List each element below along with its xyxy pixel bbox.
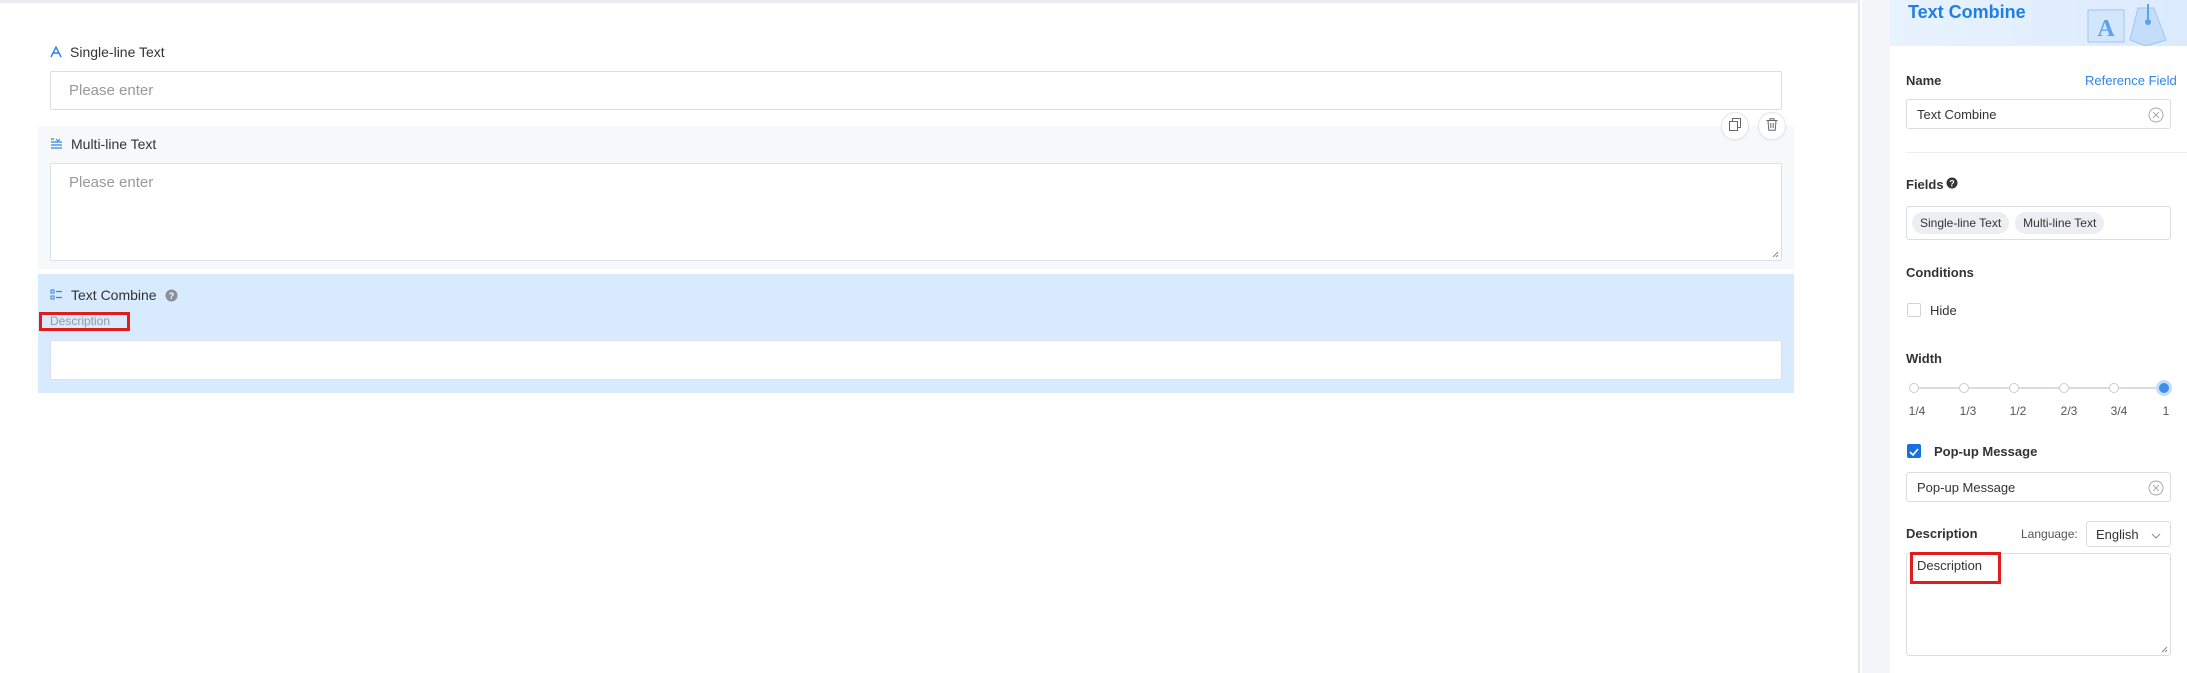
chevron-down-icon [2151, 527, 2161, 542]
combine-icon [50, 289, 63, 301]
field-tag[interactable]: Multi-line Text [2015, 212, 2105, 234]
multi-line-input[interactable]: Please enter [50, 163, 1782, 261]
width-tick: 1/4 [1908, 404, 1926, 418]
popup-message-checkbox[interactable] [1907, 444, 1921, 458]
copy-field-button[interactable] [1721, 112, 1749, 140]
resize-grip-icon[interactable] [1771, 250, 1779, 258]
section-divider [1906, 152, 2187, 153]
popup-message-input[interactable]: Pop-up Message [1906, 472, 2171, 502]
reference-field-link[interactable]: Reference Field [2085, 73, 2177, 88]
text-combine-label-text: Text Combine [71, 287, 157, 303]
text-combine-field-label: Text Combine ? [50, 287, 178, 303]
text-combine-input[interactable] [50, 340, 1782, 380]
description-label: Description [1906, 526, 1978, 541]
delete-field-button[interactable] [1758, 112, 1786, 140]
single-line-field-label: Single-line Text [50, 44, 165, 60]
language-select[interactable]: English [2086, 521, 2171, 547]
properties-panel: Text Combine A Name Reference Field Text… [1890, 0, 2187, 673]
svg-text:?: ? [168, 291, 174, 301]
check-icon [1909, 443, 1919, 459]
width-tick: 1/3 [1959, 404, 1977, 418]
panel-divider[interactable] [1862, 0, 1890, 673]
multiline-icon [50, 138, 63, 150]
panel-header: Text Combine A [1890, 0, 2187, 49]
text-icon [50, 46, 62, 58]
single-line-label-text: Single-line Text [70, 44, 165, 60]
clear-icon[interactable] [2148, 480, 2164, 499]
popup-message-label: Pop-up Message [1934, 444, 2038, 459]
hide-checkbox[interactable] [1907, 303, 1921, 317]
trash-icon [1766, 118, 1778, 134]
popup-message-value: Pop-up Message [1917, 479, 2016, 495]
slider-handle[interactable] [2156, 380, 2172, 396]
slider-stop[interactable] [1959, 383, 1969, 393]
clear-icon[interactable] [2148, 107, 2164, 126]
single-line-input[interactable]: Please enter [50, 71, 1782, 110]
help-icon[interactable]: ? [165, 289, 178, 302]
panel-title: Text Combine [1908, 2, 2026, 22]
slider-stop[interactable] [2009, 383, 2019, 393]
field-tag[interactable]: Single-line Text [1912, 212, 2010, 234]
multi-line-placeholder: Please enter [69, 174, 154, 191]
fields-label-text: Fields [1906, 177, 1944, 192]
conditions-label: Conditions [1906, 265, 1974, 280]
text-illustration-icon: A [2086, 4, 2186, 49]
slider-stop[interactable] [2109, 383, 2119, 393]
width-slider[interactable] [1909, 380, 2172, 396]
width-label: Width [1906, 351, 1942, 366]
multi-line-field-label: Multi-line Text [50, 136, 156, 152]
fields-select[interactable]: Single-line Text Multi-line Text [1906, 206, 2171, 240]
name-input-value: Text Combine [1917, 106, 1997, 122]
language-value: English [2096, 526, 2139, 542]
language-label: Language: [2021, 527, 2078, 541]
width-tick: 2/3 [2060, 404, 2078, 418]
help-icon[interactable]: ? [1946, 177, 1958, 192]
single-line-placeholder: Please enter [69, 82, 154, 99]
hide-label: Hide [1930, 303, 1957, 318]
resize-grip-icon[interactable] [2160, 645, 2168, 653]
slider-stop[interactable] [2059, 383, 2069, 393]
svg-text:?: ? [1949, 179, 1955, 189]
fields-label: Fields ? [1906, 177, 1958, 192]
width-tick: 1/2 [2009, 404, 2027, 418]
copy-icon [1729, 118, 1741, 134]
highlight-box-description [39, 312, 130, 331]
name-input[interactable]: Text Combine [1906, 99, 2171, 129]
multi-line-label-text: Multi-line Text [71, 136, 157, 152]
slider-stop[interactable] [1909, 383, 1919, 393]
form-canvas: Single-line Text Please enter Multi-line… [0, 0, 1860, 673]
width-tick: 3/4 [2110, 404, 2128, 418]
name-label: Name [1906, 73, 1942, 88]
svg-text:A: A [2097, 16, 2115, 42]
width-tick: 1 [2162, 404, 2170, 418]
highlight-box-description-input [1910, 552, 2001, 584]
